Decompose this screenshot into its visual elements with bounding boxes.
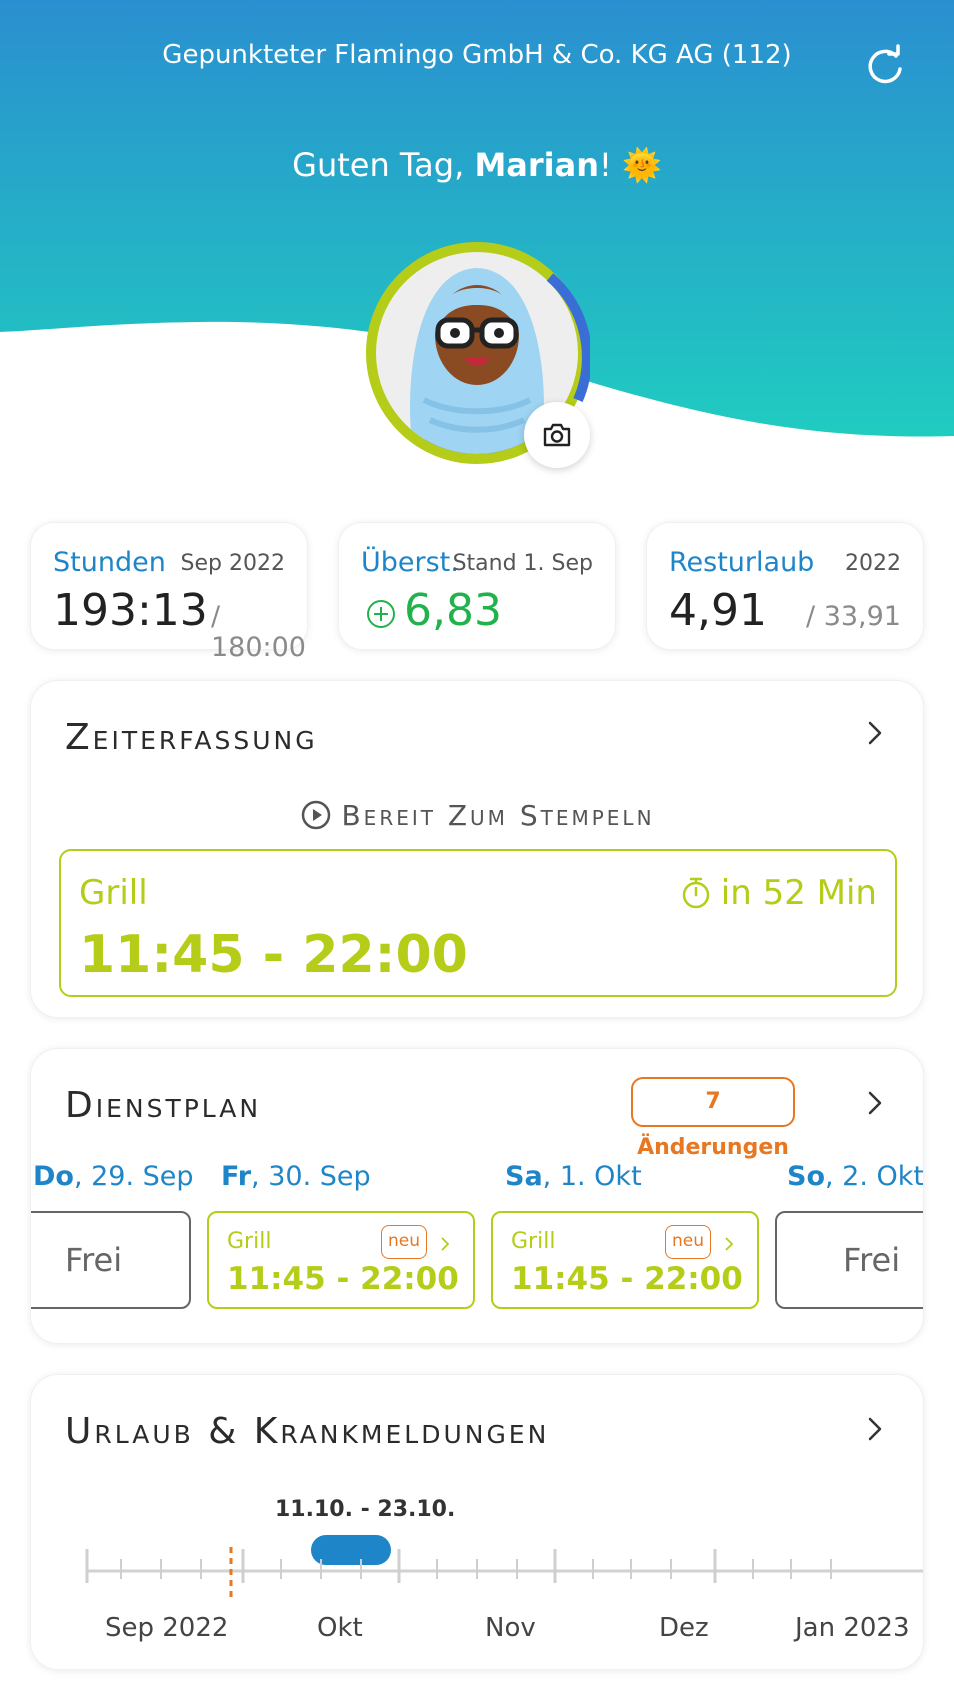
greeting-prefix: Guten Tag,: [292, 146, 475, 184]
free-label: Frei: [65, 1241, 123, 1279]
day-free[interactable]: Frei: [775, 1211, 923, 1309]
absences-card: Urlaub & Krankmeldungen 11.10. - 23.10.: [30, 1374, 924, 1670]
stat-period: 2022: [845, 551, 901, 576]
stat-card-overtime[interactable]: Überst. Stand 1. Sep 6,83: [338, 522, 616, 650]
stat-period: Stand 1. Sep: [452, 551, 593, 576]
plus-circle-icon: [367, 600, 395, 628]
play-circle-icon: [302, 800, 331, 830]
day-label: Do, 29. Sep: [33, 1161, 194, 1192]
weekday: So: [787, 1161, 825, 1192]
weekday: Do: [33, 1161, 74, 1192]
shift-time: 11:45 - 22:00: [79, 925, 468, 985]
user-name: Marian: [474, 146, 599, 184]
stat-value: 193:13: [53, 585, 208, 636]
date: , 30. Sep: [251, 1161, 371, 1192]
stat-target: / 180:00: [211, 601, 306, 663]
stat-card-vacation[interactable]: Resturlaub 2022 4,91 / 33,91: [646, 522, 924, 650]
refresh-icon[interactable]: [862, 42, 908, 88]
month-label: Dez: [659, 1613, 709, 1643]
chevron-right-icon: [725, 1237, 734, 1251]
sun-emoji-icon: 🌞: [622, 146, 662, 184]
day-free[interactable]: Frei: [31, 1211, 191, 1309]
chevron-right-icon[interactable]: [863, 1411, 887, 1447]
date: , 1. Okt: [542, 1161, 642, 1192]
month-label: Okt: [317, 1613, 363, 1643]
shift-time: 11:45 - 22:00: [227, 1261, 459, 1297]
current-shift[interactable]: Grill 11:45 - 22:00 in 52 Min: [59, 849, 897, 997]
weekday: Fr: [221, 1161, 252, 1192]
free-label: Frei: [843, 1241, 901, 1279]
stat-title: Resturlaub: [669, 547, 815, 578]
stat-title: Stunden: [53, 547, 166, 578]
day-shift[interactable]: Grill neu 11:45 - 22:00: [491, 1211, 759, 1309]
greeting-suffix: !: [599, 146, 612, 184]
change-photo-button[interactable]: [524, 402, 590, 468]
changes-badge[interactable]: 7 Änderungen: [631, 1077, 795, 1160]
chevron-right-icon[interactable]: [863, 1085, 887, 1121]
shift-name: Grill: [511, 1229, 556, 1254]
clock-status: Bereit Zum Stempeln: [31, 799, 923, 832]
stat-value: 4,91: [669, 585, 767, 636]
day-label: Fr, 30. Sep: [221, 1161, 371, 1192]
chevron-right-icon[interactable]: [863, 715, 887, 751]
month-label: Sep 2022: [105, 1613, 229, 1643]
shift-name: Grill: [79, 873, 148, 913]
stat-value: 6,83: [404, 585, 502, 636]
date: , 29. Sep: [73, 1161, 194, 1192]
new-badge: neu: [665, 1225, 711, 1259]
month-label: Nov: [485, 1613, 536, 1643]
stat-period: Sep 2022: [180, 551, 285, 576]
card-title: Zeiterfassung: [65, 717, 318, 758]
stat-title: Überst.: [361, 547, 459, 578]
weekday: Sa: [505, 1161, 543, 1192]
month-label: Jan 2023: [795, 1613, 910, 1643]
shift-countdown: in 52 Min: [681, 873, 877, 913]
clock-status-label: Bereit Zum Stempeln: [341, 799, 655, 832]
shift-name: Grill: [227, 1229, 272, 1254]
company-name: Gepunkteter Flamingo GmbH & Co. KG AG (1…: [162, 40, 792, 70]
chevron-right-icon: [441, 1237, 450, 1251]
date: , 2. Okt: [825, 1161, 924, 1192]
shift-time: 11:45 - 22:00: [511, 1261, 743, 1297]
card-title: Dienstplan: [65, 1085, 262, 1126]
time-tracking-card: Zeiterfassung Bereit Zum Stempeln Grill …: [30, 680, 924, 1018]
card-title: Urlaub & Krankmeldungen: [65, 1411, 550, 1452]
stopwatch-icon: [682, 877, 710, 909]
roster-card: Dienstplan 7 Änderungen Do, 29. Sep Frei…: [30, 1048, 924, 1344]
stat-total: / 33,91: [806, 601, 901, 632]
absence-range: 11.10. - 23.10.: [275, 1497, 456, 1522]
camera-icon: [543, 423, 571, 447]
stat-card-hours[interactable]: Stunden Sep 2022 193:13 / 180:00: [30, 522, 308, 663]
new-badge: neu: [381, 1225, 427, 1259]
day-label: Sa, 1. Okt: [505, 1161, 642, 1192]
countdown-label: in 52 Min: [720, 873, 877, 913]
day-shift[interactable]: Grill neu 11:45 - 22:00: [207, 1211, 475, 1309]
day-label: So, 2. Okt: [787, 1161, 924, 1192]
greeting: Guten Tag, Marian! 🌞: [0, 146, 954, 184]
